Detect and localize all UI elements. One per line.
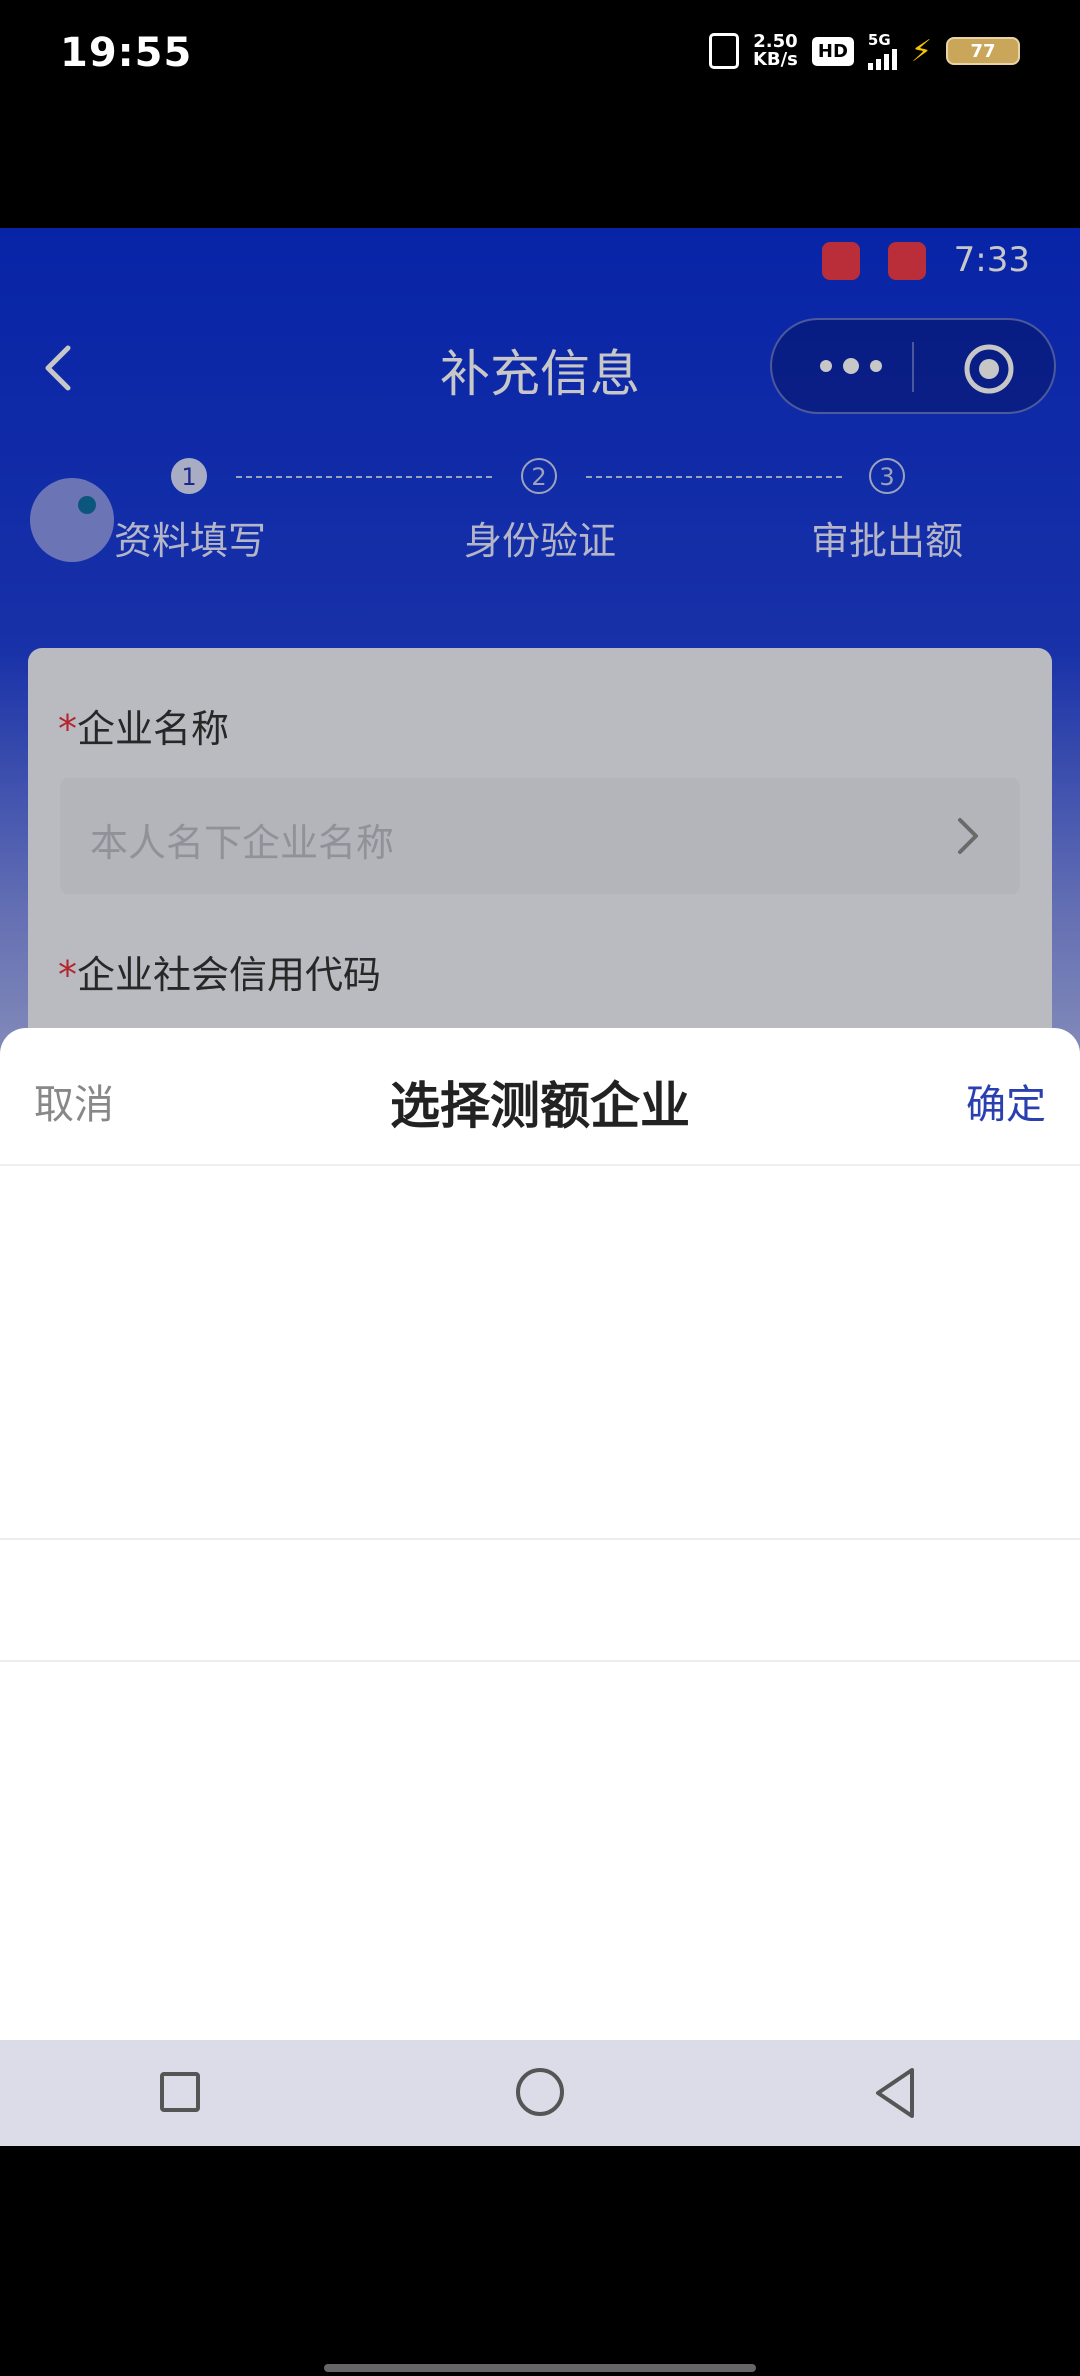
android-navigation-bar xyxy=(0,2040,1080,2146)
home-icon[interactable] xyxy=(516,2068,564,2116)
bottom-sheet-picker: 取消 选择测额企业 确定 xyxy=(0,1028,1080,2040)
charging-icon: ⚡ xyxy=(910,33,932,69)
battery-level: 77 xyxy=(970,40,996,62)
sheet-title: 选择测额企业 xyxy=(390,1077,690,1135)
picker-selection-line-top xyxy=(0,1538,1080,1540)
gesture-handle[interactable] xyxy=(324,2364,756,2372)
hd-badge: HD xyxy=(811,36,854,66)
confirm-button[interactable]: 确定 xyxy=(966,1072,1046,1130)
picker-selection-line-bottom xyxy=(0,1660,1080,1662)
network-speed: 2.50 KB/s xyxy=(753,33,798,69)
system-back-icon[interactable] xyxy=(872,2066,918,2120)
mini-program-screen: 7:33 补充信息 1 2 3 资料填写 身份验证 审批出额 *企业名称 本人名 xyxy=(0,228,1080,2040)
system-status-bar: 19:55 2.50 KB/s HD 5G ⚡ 77 xyxy=(0,0,1080,228)
bottom-bezel xyxy=(0,2146,1080,2376)
signal-bars-icon xyxy=(867,48,897,70)
network-type: 5G xyxy=(867,31,891,49)
system-status-icons: 2.50 KB/s HD 5G ⚡ 77 xyxy=(708,31,1020,70)
battery-icon: 77 xyxy=(946,37,1020,65)
network-speed-unit: KB/s xyxy=(752,49,798,70)
vibrate-icon xyxy=(708,33,739,69)
recent-apps-icon[interactable] xyxy=(160,2072,200,2112)
signal-icon: 5G xyxy=(867,31,897,70)
system-time: 19:55 xyxy=(60,30,193,76)
sheet-header: 取消 选择测额企业 确定 xyxy=(0,1028,1080,1166)
